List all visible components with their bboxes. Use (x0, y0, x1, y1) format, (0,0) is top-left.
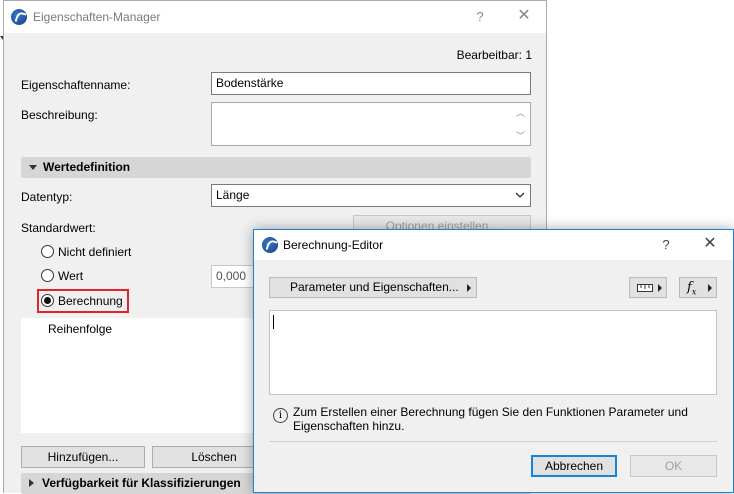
cancel-button[interactable]: Abbrechen (531, 455, 617, 477)
main-help-button[interactable]: ? (470, 9, 490, 25)
order-label: Reihenfolge (48, 322, 113, 336)
ruler-icon (637, 284, 653, 292)
datatype-label: Datentyp: (21, 190, 73, 204)
expand-arrow-icon (29, 165, 37, 170)
radio-value-label: Wert (58, 269, 84, 283)
editor-close-icon[interactable]: ✕ (700, 236, 720, 252)
parameters-properties-label: Parameter und Eigenschaften... (290, 280, 459, 294)
editor-titlebar: Berechnung-Editor ? ✕ (254, 230, 733, 260)
datatype-value: Länge (216, 188, 250, 202)
radio-calculation[interactable] (41, 294, 54, 307)
value-definition-title: Wertedefinition (43, 160, 131, 174)
submenu-arrow-icon (467, 284, 471, 292)
formula-textarea[interactable] (269, 310, 717, 395)
description-label: Beschreibung: (21, 108, 98, 122)
datatype-select[interactable]: Länge (211, 184, 531, 207)
radio-calculation-label: Berechnung (58, 294, 123, 308)
editor-logo-icon (262, 237, 278, 253)
footer-divider (269, 441, 717, 442)
units-arrow-icon (658, 284, 662, 292)
parameters-properties-button[interactable]: Parameter und Eigenschaften... (269, 277, 477, 298)
units-menu-button[interactable] (629, 277, 667, 298)
info-icon: i (273, 408, 288, 423)
description-textarea[interactable] (211, 102, 531, 146)
add-button[interactable]: Hinzufügen... (21, 446, 145, 468)
default-value-label: Standardwert: (21, 221, 96, 235)
property-name-label: Eigenschaftenname: (21, 78, 131, 92)
ok-button[interactable]: OK (630, 455, 717, 477)
desc-scroll-up-icon[interactable]: ︿ (516, 106, 525, 119)
main-titlebar: Eigenschaften-Manager ? ✕ (4, 1, 546, 33)
text-cursor (273, 315, 274, 329)
function-fx-icon: fx (687, 280, 697, 297)
editor-help-button[interactable]: ? (656, 237, 676, 253)
classification-availability-title: Verfügbarkeit für Klassifizierungen (42, 476, 241, 490)
radio-undefined[interactable] (41, 245, 54, 258)
desc-scroll-down-icon[interactable]: ﹀ (516, 129, 525, 142)
value-definition-header[interactable]: Wertedefinition (21, 157, 531, 178)
main-close-icon[interactable]: ✕ (514, 8, 534, 24)
calculation-editor-dialog: Berechnung-Editor ? ✕ Parameter und Eige… (253, 229, 734, 493)
function-menu-button[interactable]: fx (679, 277, 717, 298)
main-window-title: Eigenschaften-Manager (33, 10, 161, 24)
function-arrow-icon (708, 284, 712, 292)
editor-title: Berechnung-Editor (283, 238, 384, 252)
editable-count: Bearbeitbar: 1 (456, 48, 532, 62)
info-text: Zum Erstellen einer Berechnung fügen Sie… (293, 405, 688, 433)
collapse-arrow-icon (29, 479, 34, 487)
chevron-down-icon (515, 192, 525, 198)
radio-value[interactable] (41, 269, 54, 282)
app-logo-icon (11, 9, 27, 25)
radio-undefined-label: Nicht definiert (58, 245, 132, 259)
property-name-input[interactable]: Bodenstärke (211, 72, 531, 95)
